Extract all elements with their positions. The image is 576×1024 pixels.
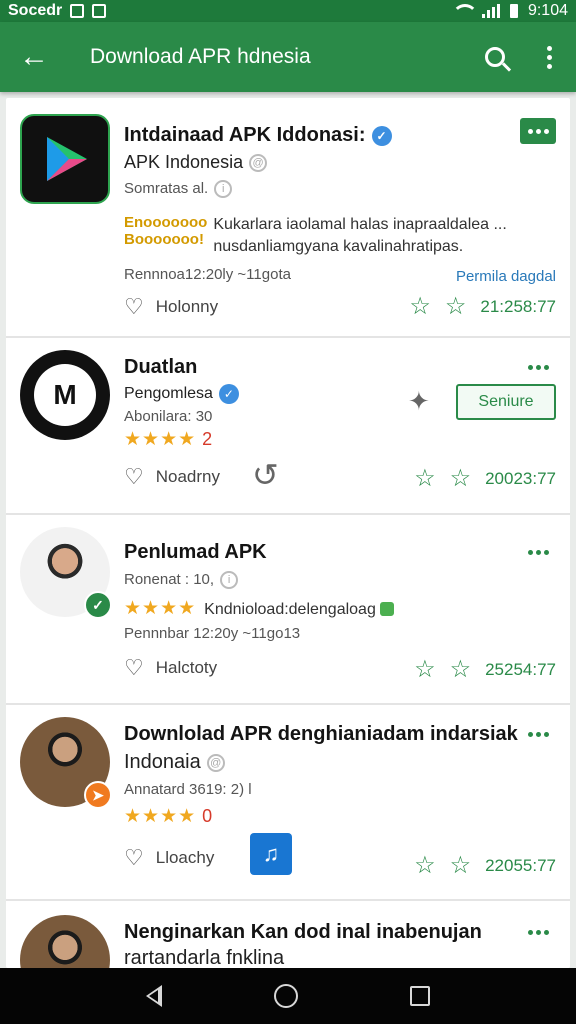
favorite-button[interactable]: ♡ Holonny — [124, 294, 218, 320]
avatar — [20, 915, 110, 968]
star-outline-icon[interactable]: ☆ — [414, 851, 436, 880]
avatar: ✓ — [20, 527, 112, 619]
list-item[interactable]: ✓ Penlumad APK Ronenat : 10, i ★★★★ Kndnio… — [6, 515, 570, 705]
heart-icon: ♡ — [124, 294, 144, 319]
search-icon — [485, 47, 505, 67]
rating-value: 22055:77 — [485, 855, 556, 875]
list-item[interactable]: Nenginarkan Kan dod inal inabenujan rart… — [6, 901, 570, 968]
app-developer: rartandarla fnklina — [124, 947, 285, 968]
app-logo — [20, 114, 110, 204]
wifi-icon — [451, 4, 478, 18]
secure-button[interactable]: Seniure — [456, 384, 556, 420]
star-outline-icon[interactable]: ☆ — [414, 655, 436, 684]
more-options-button[interactable] — [520, 919, 556, 945]
link-icon: ↺ — [252, 457, 279, 493]
clock: 9:104 — [527, 2, 568, 19]
favorite-button[interactable]: ♡ Lloachy — [124, 845, 214, 871]
more-options-button[interactable] — [520, 118, 556, 144]
app-meta: Somratas al. i — [124, 180, 233, 199]
app-title[interactable]: Penlumad APK — [124, 541, 267, 564]
heart-icon: ♡ — [124, 464, 144, 489]
app-date: Rennnoa12:20ly ~11gota — [124, 266, 291, 283]
star-rating: ★★★★ 2 — [124, 429, 214, 450]
details-link[interactable]: Permila dagdal — [456, 268, 556, 285]
play-icon — [47, 137, 87, 181]
heart-icon: ♡ — [124, 845, 144, 870]
star-outline-icon[interactable]: ☆ — [450, 655, 472, 684]
app-title[interactable]: Downlolad APR denghianiadam indarsiak — [124, 723, 518, 746]
star-outline-icon[interactable]: ☆ — [445, 292, 467, 321]
app-list: Intdainaad APK Iddonasi: ✓ APK Indonesia @… — [6, 98, 570, 968]
favorite-button[interactable]: ♡ Halctoty — [124, 655, 217, 681]
badge-icon: @ — [249, 154, 268, 173]
app-meta: Ronenat : 10, i — [124, 571, 239, 590]
app-developer: APK Indonesia @ — [124, 152, 268, 173]
app-logo: M — [20, 350, 110, 440]
check-badge-icon: ✓ — [84, 591, 112, 619]
app-meta: Annatard 3619: 2) l — [124, 781, 252, 798]
rating-value: 21:258:77 — [480, 296, 556, 316]
android-icon — [379, 601, 394, 616]
app-meta: Abonilara: 30 — [124, 408, 213, 425]
system-nav-bar — [0, 968, 576, 1024]
promo-label: Enooooooo Booooooo! — [124, 214, 208, 248]
more-options-button[interactable] — [520, 539, 556, 565]
music-icon[interactable]: ♫ — [250, 833, 292, 875]
list-item[interactable]: ➤ Downlolad APR denghianiadam indarsiak … — [6, 705, 570, 901]
update-badge-icon: ➤ — [84, 781, 112, 809]
app-description: Enooooooo Booooooo! Kukarlara iaolamal ha… — [124, 214, 507, 255]
rating-row: ☆ ☆ 25254:77 — [414, 655, 556, 684]
star-outline-icon[interactable]: ☆ — [450, 464, 472, 493]
list-item[interactable]: M Duatlan Pengomlesa ✓ Abonilara: 30 ★★★★… — [6, 338, 570, 515]
gallery-notification-icon — [92, 4, 107, 18]
app-title[interactable]: Nenginarkan Kan dod inal inabenujan — [124, 921, 482, 944]
heart-icon: ♡ — [124, 655, 144, 680]
overflow-menu-button[interactable] — [522, 22, 576, 92]
badge-icon: @ — [206, 753, 225, 772]
status-bar: Socedr 9:104 — [0, 0, 576, 22]
more-options-button[interactable] — [520, 354, 556, 380]
verified-icon: ✓ — [218, 384, 239, 404]
search-button[interactable] — [468, 22, 522, 92]
mail-icon: M — [34, 364, 96, 426]
share-icon[interactable]: ✦ — [408, 386, 430, 417]
image-notification-icon — [70, 4, 85, 18]
star-outline-icon[interactable]: ☆ — [450, 851, 472, 880]
nav-recents-icon[interactable] — [410, 986, 430, 1006]
avatar: ➤ — [20, 717, 112, 809]
rating-row: ☆ ☆ 21:258:77 — [409, 292, 556, 321]
star-outline-icon[interactable]: ☆ — [409, 292, 431, 321]
rating-value: 25254:77 — [485, 659, 556, 679]
list-item[interactable]: Intdainaad APK Iddonasi: ✓ APK Indonesia @… — [6, 98, 570, 338]
app-title[interactable]: Intdainaad APK Iddonasi: ✓ — [124, 124, 392, 147]
back-button[interactable]: ← — [0, 22, 68, 92]
more-options-button[interactable] — [520, 721, 556, 747]
more-vert-icon — [546, 45, 552, 69]
info-icon: i — [220, 571, 239, 590]
page-title: Download APR hdnesia — [90, 45, 311, 68]
favorite-button[interactable]: ♡ Noadrny — [124, 464, 220, 490]
app-bar: ← Download APR hdnesia — [0, 22, 576, 92]
star-rating: ★★★★ Kndnioload:delengaloag — [124, 597, 394, 620]
verified-icon: ✓ — [371, 125, 392, 146]
star-outline-icon[interactable]: ☆ — [414, 464, 436, 493]
carrier-label: Socedr — [8, 2, 63, 19]
app-developer: Pengomlesa ✓ — [124, 384, 239, 404]
nav-home-icon[interactable] — [274, 984, 298, 1008]
info-icon: i — [214, 180, 233, 199]
app-date: Pennnbar 12:20y ~11go13 — [124, 625, 301, 642]
battery-icon — [509, 4, 518, 18]
arrow-left-icon: ← — [19, 40, 49, 73]
star-rating: ★★★★ 0 — [124, 806, 214, 827]
app-developer: Indonaia @ — [124, 751, 225, 774]
app-title[interactable]: Duatlan — [124, 356, 197, 379]
nav-back-icon[interactable] — [146, 985, 162, 1007]
signal-icon — [481, 4, 500, 18]
rating-row: ☆ ☆ 22055:77 — [414, 851, 556, 880]
rating-value: 20023:77 — [485, 468, 556, 488]
rating-row: ☆ ☆ 20023:77 — [414, 464, 556, 493]
